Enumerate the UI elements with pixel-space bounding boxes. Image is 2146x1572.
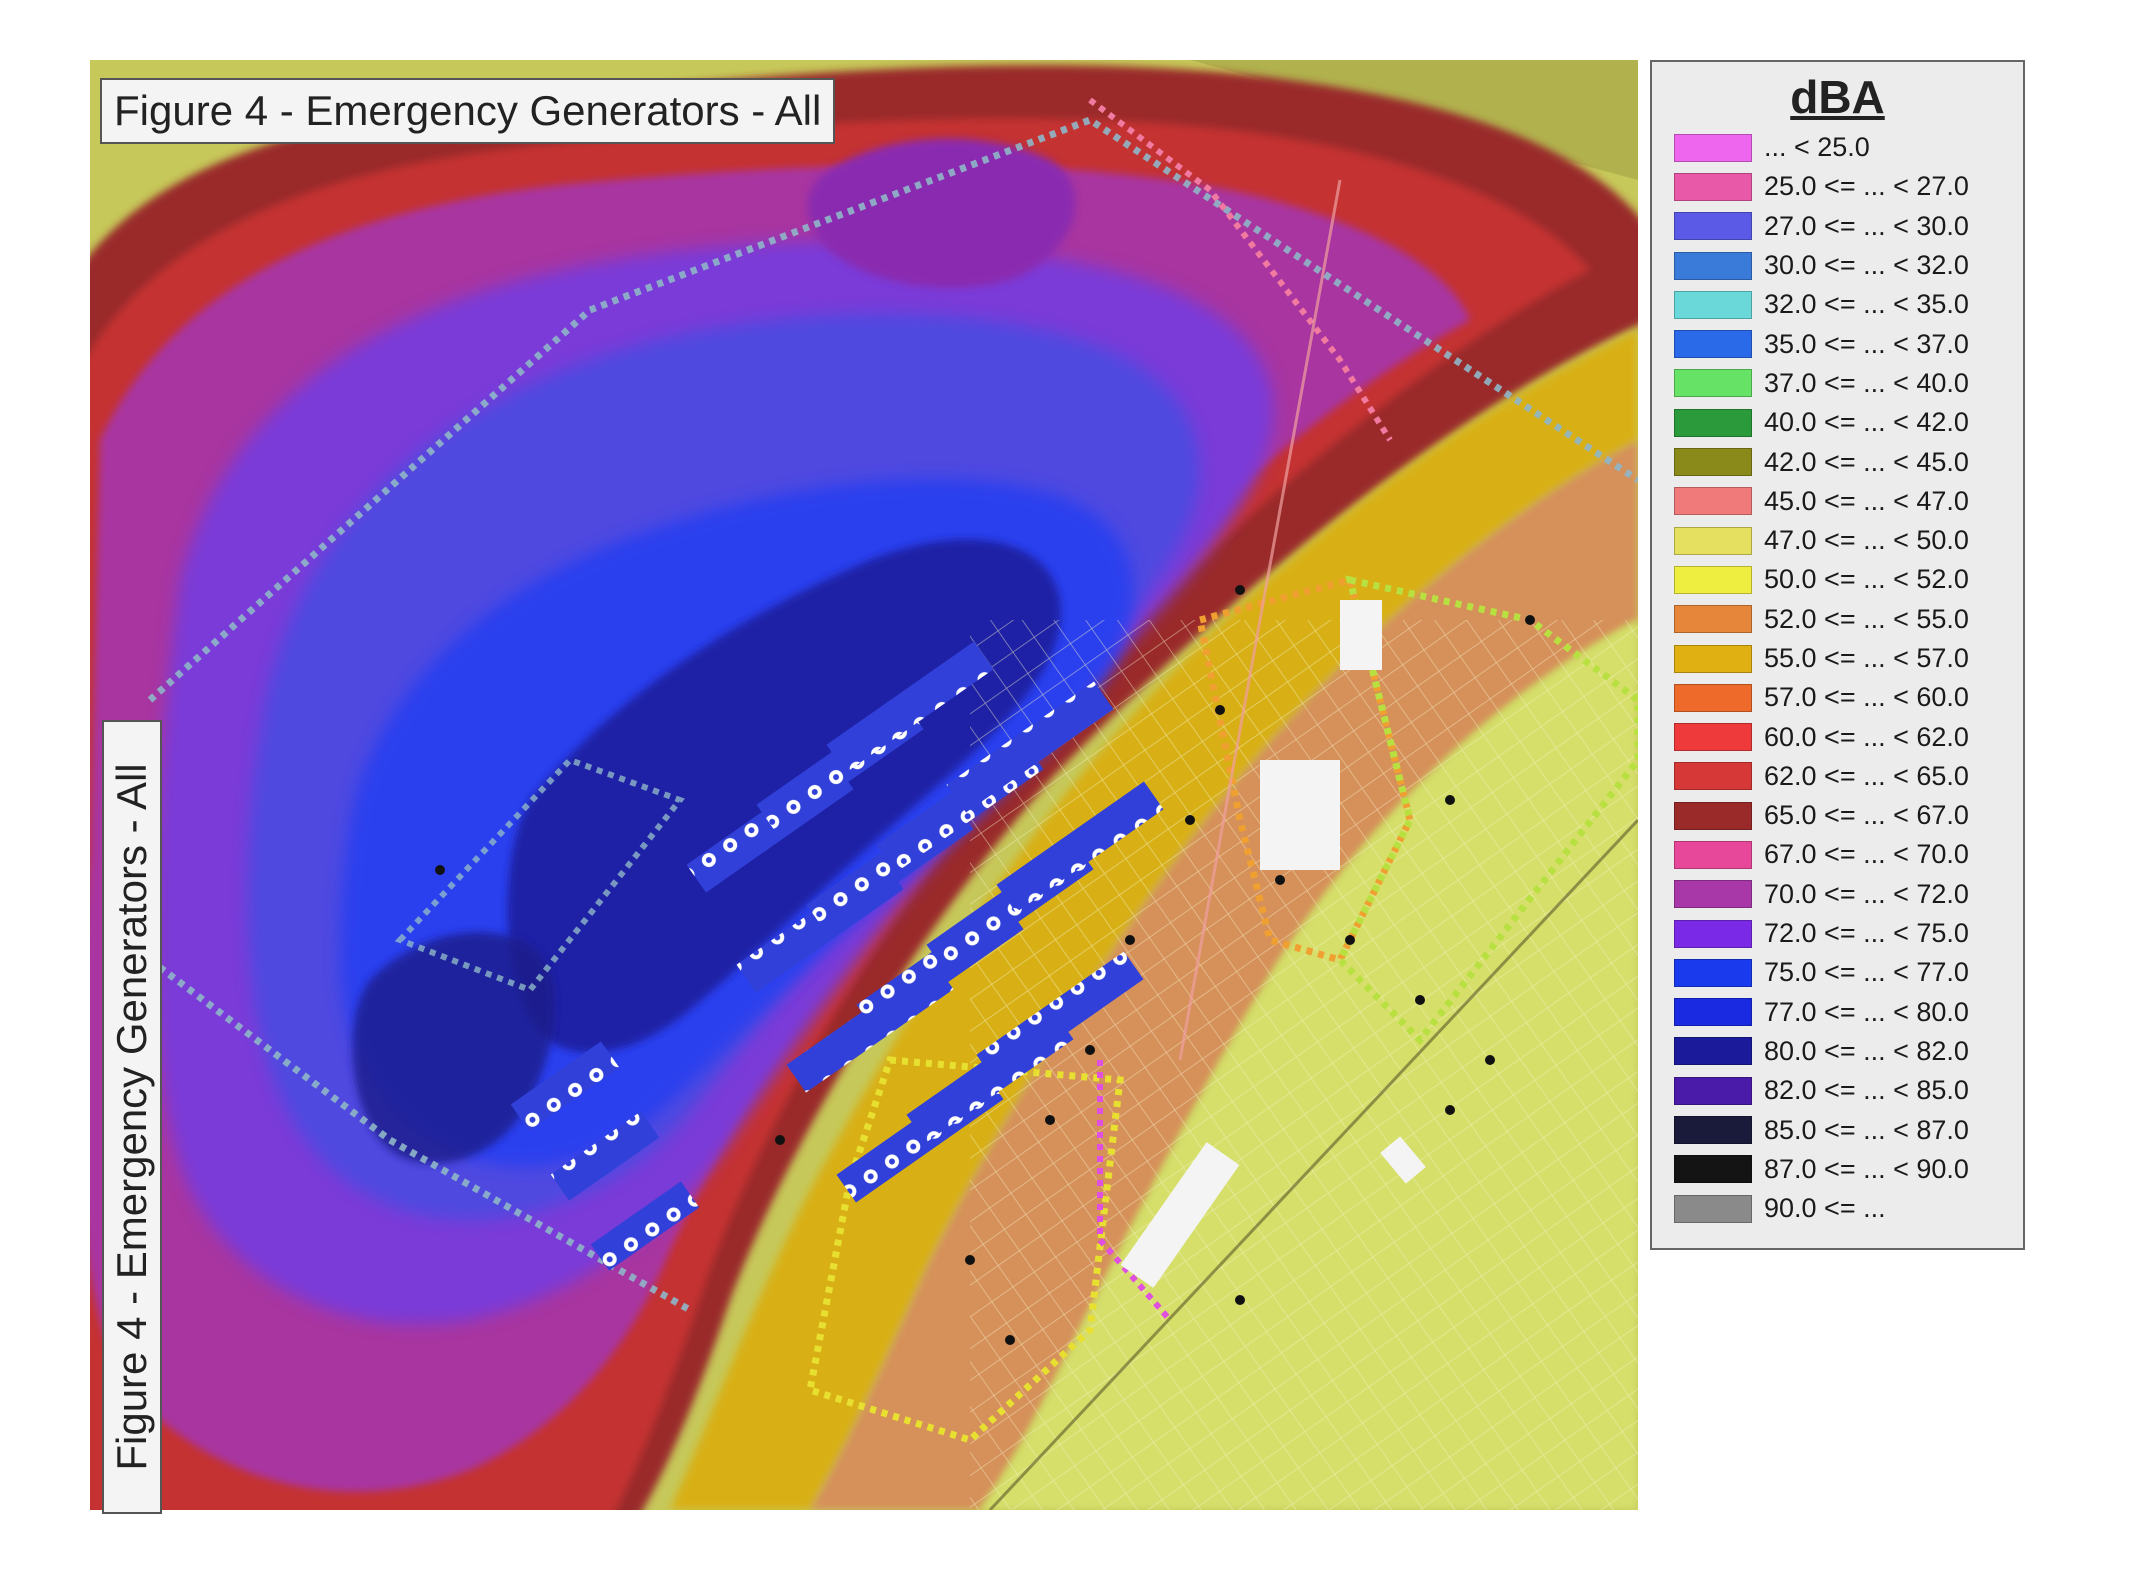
legend-label: 87.0 <= ... < 90.0 — [1764, 1153, 1969, 1184]
legend-label: 47.0 <= ... < 50.0 — [1764, 525, 1969, 556]
legend-item: 72.0 <= ... < 75.0 — [1674, 914, 2023, 953]
legend-label: 67.0 <= ... < 70.0 — [1764, 839, 1969, 870]
legend-swatch — [1674, 526, 1752, 555]
legend-label: 82.0 <= ... < 85.0 — [1764, 1075, 1969, 1106]
legend-swatch — [1674, 1037, 1752, 1066]
legend-label: 57.0 <= ... < 60.0 — [1764, 682, 1969, 713]
legend-item: 65.0 <= ... < 67.0 — [1674, 796, 2023, 835]
legend-label: 60.0 <= ... < 62.0 — [1764, 721, 1969, 752]
legend-item: 85.0 <= ... < 87.0 — [1674, 1110, 2023, 1149]
noise-contour-map[interactable] — [90, 60, 1638, 1510]
legend-swatch — [1674, 762, 1752, 791]
legend-item: 35.0 <= ... < 37.0 — [1674, 324, 2023, 363]
legend-label: 27.0 <= ... < 30.0 — [1764, 210, 1969, 241]
legend-label: ... < 25.0 — [1764, 132, 1870, 163]
legend-item: 50.0 <= ... < 52.0 — [1674, 560, 2023, 599]
legend-label: 35.0 <= ... < 37.0 — [1764, 328, 1969, 359]
legend-label: 45.0 <= ... < 47.0 — [1764, 485, 1969, 516]
legend-item: 27.0 <= ... < 30.0 — [1674, 207, 2023, 246]
legend-item: 67.0 <= ... < 70.0 — [1674, 835, 2023, 874]
legend-item: 70.0 <= ... < 72.0 — [1674, 875, 2023, 914]
legend-item: 57.0 <= ... < 60.0 — [1674, 678, 2023, 717]
legend-item: 42.0 <= ... < 45.0 — [1674, 442, 2023, 481]
figure-title: Figure 4 - Emergency Generators - All — [100, 78, 836, 144]
figure-title-vertical: Figure 4 - Emergency Generators - All — [102, 720, 162, 1514]
legend-label: 37.0 <= ... < 40.0 — [1764, 367, 1969, 398]
legend-item: 80.0 <= ... < 82.0 — [1674, 1032, 2023, 1071]
legend-label: 80.0 <= ... < 82.0 — [1764, 1035, 1969, 1066]
legend-swatch — [1674, 290, 1752, 319]
legend-swatch — [1674, 801, 1752, 830]
legend-swatch — [1674, 880, 1752, 909]
legend-label: 50.0 <= ... < 52.0 — [1764, 564, 1969, 595]
legend-label: 40.0 <= ... < 42.0 — [1764, 407, 1969, 438]
legend-label: 52.0 <= ... < 55.0 — [1764, 603, 1969, 634]
legend-label: 62.0 <= ... < 65.0 — [1764, 760, 1969, 791]
legend-item: 25.0 <= ... < 27.0 — [1674, 167, 2023, 206]
legend-swatch — [1674, 998, 1752, 1027]
legend-item: 90.0 <= ... — [1674, 1189, 2023, 1228]
legend-swatch — [1674, 1155, 1752, 1184]
legend-item: 47.0 <= ... < 50.0 — [1674, 521, 2023, 560]
legend-label: 25.0 <= ... < 27.0 — [1764, 171, 1969, 202]
legend-panel: dBA ... < 25.0 25.0 <= ... < 27.0 27.0 <= … — [1650, 60, 2025, 1250]
legend-swatch — [1674, 487, 1752, 516]
legend-swatch — [1674, 212, 1752, 241]
legend-item: 30.0 <= ... < 32.0 — [1674, 246, 2023, 285]
legend-item: 37.0 <= ... < 40.0 — [1674, 364, 2023, 403]
legend-item: 52.0 <= ... < 55.0 — [1674, 600, 2023, 639]
legend-item: ... < 25.0 — [1674, 128, 2023, 167]
legend-label: 42.0 <= ... < 45.0 — [1764, 446, 1969, 477]
legend-label: 32.0 <= ... < 35.0 — [1764, 289, 1969, 320]
legend-swatch — [1674, 683, 1752, 712]
legend-swatch — [1674, 1116, 1752, 1145]
legend-label: 72.0 <= ... < 75.0 — [1764, 918, 1969, 949]
legend-swatch — [1674, 172, 1752, 201]
legend-item: 60.0 <= ... < 62.0 — [1674, 717, 2023, 756]
legend-label: 90.0 <= ... — [1764, 1193, 1886, 1224]
building — [1260, 760, 1340, 870]
legend-swatch — [1674, 133, 1752, 162]
legend-label: 85.0 <= ... < 87.0 — [1764, 1114, 1969, 1145]
legend-item: 82.0 <= ... < 85.0 — [1674, 1071, 2023, 1110]
figure-title-vertical-text: Figure 4 - Emergency Generators - All — [108, 763, 155, 1471]
legend-swatch — [1674, 565, 1752, 594]
legend-item: 77.0 <= ... < 80.0 — [1674, 993, 2023, 1032]
legend-swatch — [1674, 723, 1752, 752]
legend-swatch — [1674, 369, 1752, 398]
town-street-grid — [970, 620, 1638, 1510]
legend-item: 32.0 <= ... < 35.0 — [1674, 285, 2023, 324]
legend-swatch — [1674, 1076, 1752, 1105]
map-canvas — [90, 60, 1638, 1510]
legend-swatch — [1674, 605, 1752, 634]
legend-label: 30.0 <= ... < 32.0 — [1764, 250, 1969, 281]
legend-item: 55.0 <= ... < 57.0 — [1674, 639, 2023, 678]
legend-item: 62.0 <= ... < 65.0 — [1674, 757, 2023, 796]
legend-swatch — [1674, 958, 1752, 987]
legend-label: 70.0 <= ... < 72.0 — [1764, 878, 1969, 909]
legend-swatch — [1674, 251, 1752, 280]
legend-swatch — [1674, 408, 1752, 437]
building — [1340, 600, 1382, 670]
legend-swatch — [1674, 919, 1752, 948]
legend-label: 55.0 <= ... < 57.0 — [1764, 643, 1969, 673]
legend-item: 87.0 <= ... < 90.0 — [1674, 1150, 2023, 1189]
legend-swatch — [1674, 330, 1752, 359]
legend-title: dBA — [1790, 71, 1885, 123]
legend-label: 75.0 <= ... < 77.0 — [1764, 957, 1969, 988]
legend-swatch — [1674, 644, 1752, 673]
legend-item: 45.0 <= ... < 47.0 — [1674, 482, 2023, 521]
legend-list: ... < 25.0 25.0 <= ... < 27.0 27.0 <= ... … — [1652, 128, 2023, 1228]
legend-swatch — [1674, 1194, 1752, 1223]
legend-label: 77.0 <= ... < 80.0 — [1764, 996, 1969, 1027]
legend-swatch — [1674, 448, 1752, 477]
legend-swatch — [1674, 840, 1752, 869]
legend-item: 40.0 <= ... < 42.0 — [1674, 403, 2023, 442]
legend-label: 65.0 <= ... < 67.0 — [1764, 800, 1969, 831]
legend-item: 75.0 <= ... < 77.0 — [1674, 953, 2023, 992]
